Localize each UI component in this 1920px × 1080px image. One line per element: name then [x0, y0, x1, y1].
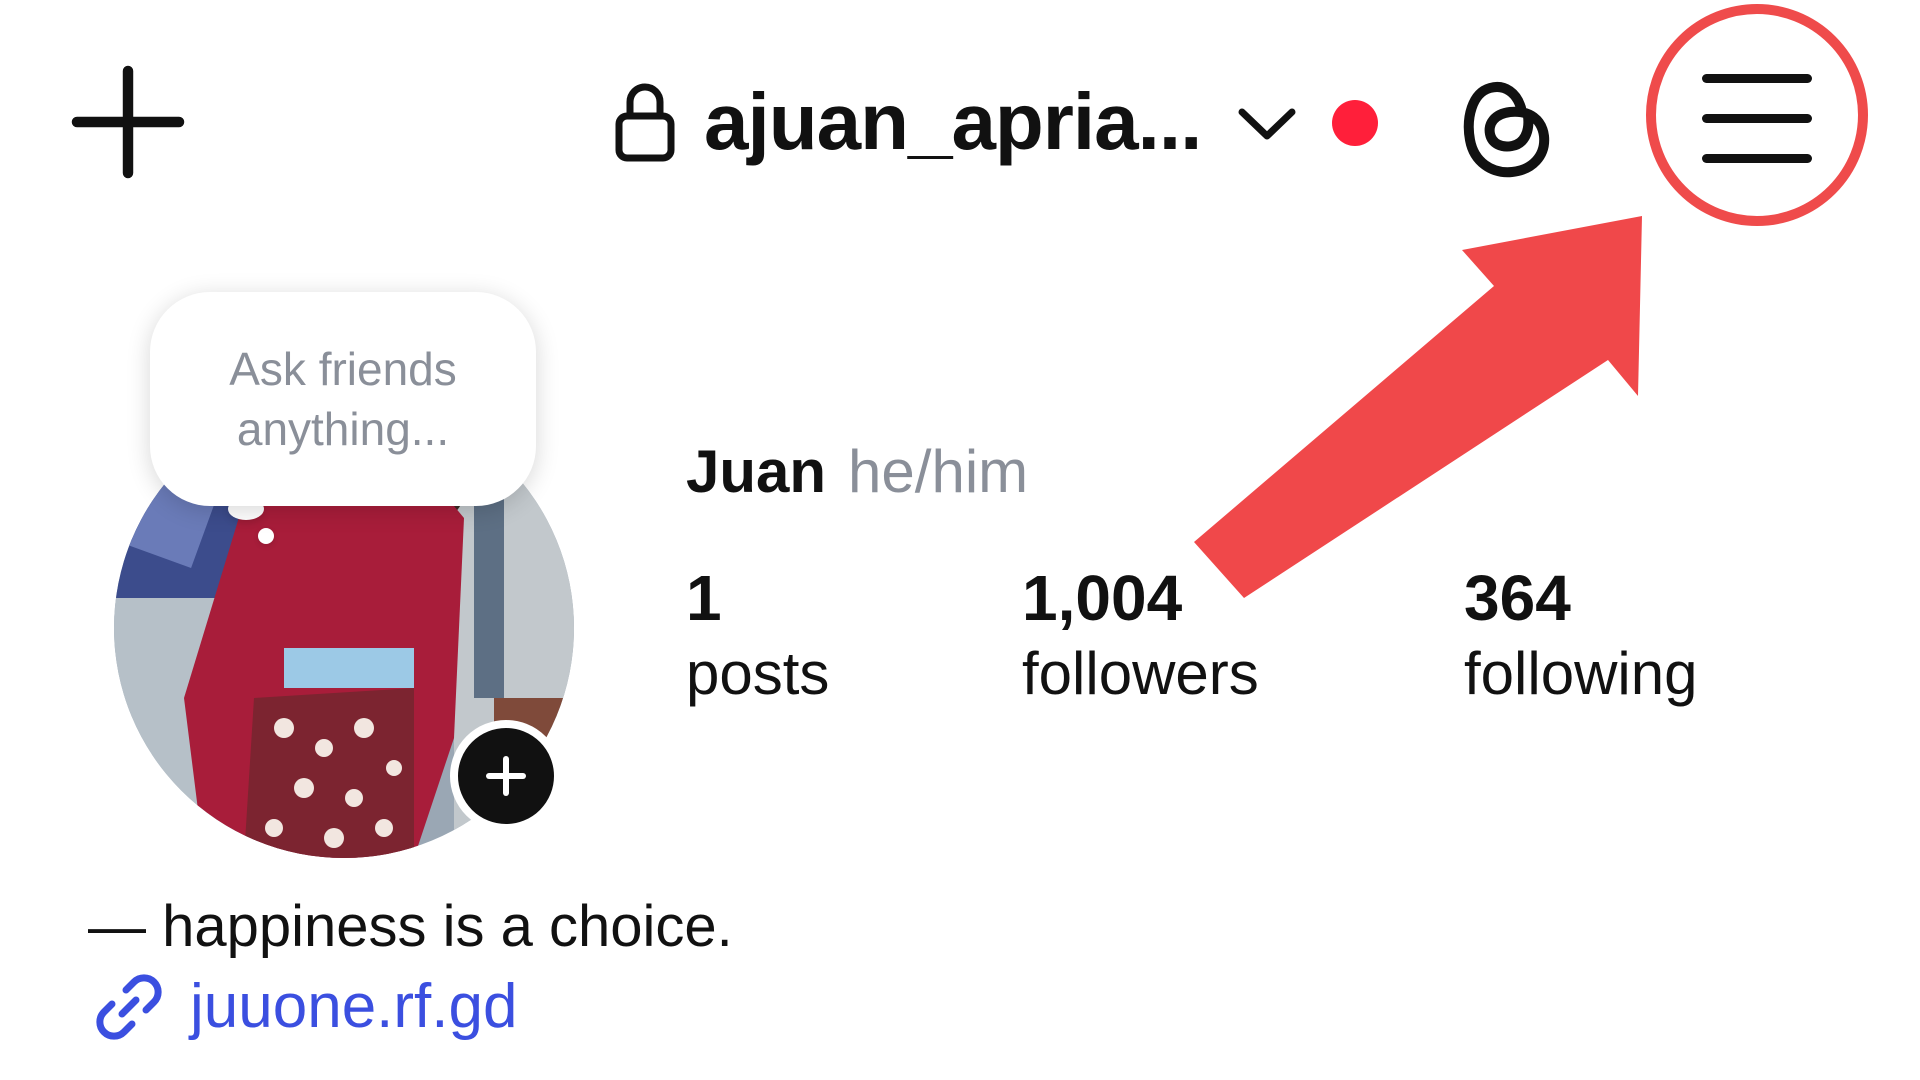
plus-icon	[503, 756, 509, 796]
followers-count: 1,004	[1022, 562, 1183, 634]
posts-count: 1	[686, 562, 722, 634]
profile-link[interactable]: juuone.rf.gd	[190, 970, 517, 1044]
link-icon	[88, 966, 170, 1048]
account-username[interactable]: ajuan_apria...	[704, 74, 1202, 170]
followers-stat[interactable]: 1,004 followers	[1022, 560, 1259, 712]
bio-text: — happiness is a choice.	[88, 894, 733, 959]
lock-icon	[614, 80, 676, 162]
following-stat[interactable]: 364 following	[1464, 560, 1697, 712]
add-story-button[interactable]	[450, 720, 562, 832]
following-label: following	[1464, 640, 1698, 707]
following-count: 364	[1464, 562, 1571, 634]
followers-label: followers	[1022, 640, 1259, 707]
display-name: Juan	[686, 438, 827, 505]
highlight-circle	[1646, 4, 1868, 226]
note-bubble-tail	[258, 528, 274, 544]
posts-stat[interactable]: 1 posts	[686, 560, 829, 712]
threads-icon[interactable]	[1448, 66, 1556, 182]
note-bubble[interactable]: Ask friends anything...	[150, 292, 536, 506]
notification-dot	[1332, 100, 1378, 146]
note-text: Ask friends anything...	[229, 343, 457, 455]
plus-icon[interactable]	[70, 64, 186, 180]
profile-screen: ajuan_apria... Ask friends anything... J…	[0, 0, 1920, 1080]
posts-label: posts	[686, 640, 830, 707]
profile-name-row: Juan he/him	[686, 436, 1028, 508]
chevron-down-icon[interactable]	[1236, 104, 1298, 144]
pronouns: he/him	[848, 438, 1029, 505]
